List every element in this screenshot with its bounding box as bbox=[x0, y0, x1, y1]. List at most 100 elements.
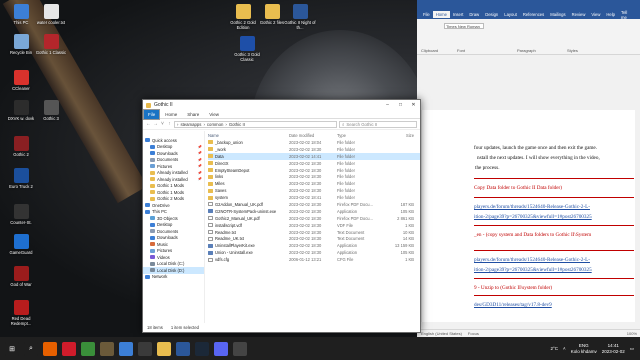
breadcrumb-item[interactable]: common bbox=[207, 122, 223, 127]
word-tab-review[interactable]: Review bbox=[569, 11, 589, 18]
file-row[interactable]: Miles 2023-02-02 18:30 File folder bbox=[208, 180, 420, 187]
tab-view[interactable]: View bbox=[204, 110, 224, 119]
up-icon[interactable]: ↑ bbox=[167, 121, 172, 127]
file-row[interactable]: EmptySteamDepot 2023-02-02 18:30 File fold… bbox=[208, 167, 420, 174]
document-link[interactable]: des/GD3D11/releases/tag/v17.8-dev9 bbox=[474, 302, 552, 308]
desktop-shortcut[interactable]: Gothic 3 bbox=[34, 100, 68, 121]
column-date[interactable]: Date modified bbox=[289, 133, 337, 138]
word-tab-file[interactable]: File bbox=[420, 11, 433, 18]
file-row[interactable]: G2Addon_Manual_UK.pdf 2023-02-02 18:30 Fir… bbox=[208, 201, 420, 208]
file-row[interactable]: system 2023-02-02 18:41 File folder bbox=[208, 194, 420, 201]
word-icon[interactable] bbox=[176, 341, 190, 356]
file-row[interactable]: UninstallPlayerKit.exe 2023-02-02 18:30 Ap… bbox=[208, 242, 420, 249]
firefox-icon[interactable] bbox=[43, 341, 57, 356]
font-name-box[interactable]: Times New Roman bbox=[444, 23, 484, 29]
gameguard-icon bbox=[13, 234, 29, 249]
notification-icon[interactable]: ▭ bbox=[630, 346, 634, 352]
file-row[interactable]: Gothic2_Manual_UK.pdf 2023-02-02 18:30 Fir… bbox=[208, 215, 420, 222]
minimize-button[interactable]: – bbox=[381, 102, 394, 108]
word-window[interactable]: File Home Insert Draw Design Layout References… bbox=[417, 0, 640, 337]
maximize-button[interactable]: □ bbox=[394, 102, 407, 108]
word-title-bar[interactable] bbox=[417, 0, 640, 10]
chrome-icon[interactable] bbox=[81, 341, 95, 356]
desktop-shortcut[interactable]: Gothic 2 bbox=[4, 136, 38, 157]
desktop-shortcut[interactable]: Euro Truck 2 bbox=[4, 168, 38, 189]
document-link[interactable]: players.de/forum/threads/1524640-Release… bbox=[474, 257, 590, 263]
word-tab-layout[interactable]: Layout bbox=[501, 11, 520, 18]
close-button[interactable]: ✕ bbox=[407, 102, 420, 108]
breadcrumb-item[interactable]: Gothic II bbox=[229, 122, 245, 127]
opera-icon[interactable] bbox=[62, 341, 76, 356]
desktop-shortcut[interactable]: Recycle Bin bbox=[4, 34, 38, 55]
file-row[interactable]: links 2023-02-02 18:30 File folder bbox=[208, 173, 420, 180]
desktop-shortcut[interactable]: CCleaner bbox=[4, 70, 38, 91]
column-size[interactable]: Size bbox=[388, 133, 414, 138]
word-tab-view[interactable]: View bbox=[588, 11, 603, 18]
back-icon[interactable]: ← bbox=[146, 121, 151, 127]
file-row[interactable]: vdfs.cfg 2006-01-12 13:21 CFG File 1 KB bbox=[208, 256, 420, 263]
desktop-shortcut[interactable]: Gothic 1 Classic bbox=[34, 34, 68, 55]
file-row[interactable]: installscript.vdf 2023-02-02 18:30 VDF Fil… bbox=[208, 222, 420, 229]
file-row[interactable]: Union - Uninstall.exe 2023-02-02 18:30 App… bbox=[208, 249, 420, 256]
document-link[interactable]: ition-2/page39?p=26700325&viewfull=1#pos… bbox=[474, 267, 592, 273]
red-dead-icon bbox=[13, 300, 29, 315]
desktop-shortcut[interactable]: GameGuard bbox=[4, 234, 38, 255]
file-explorer-window[interactable]: Gothic II – □ ✕ File Home Share View ← → ˅ … bbox=[142, 99, 421, 333]
desktop-shortcut[interactable]: Counter-St. bbox=[4, 204, 38, 225]
zoom-level[interactable]: 100% bbox=[627, 331, 637, 336]
word-tab-insert[interactable]: Insert bbox=[450, 11, 466, 18]
document-link[interactable]: ition-2/page39?p=26700325&viewfull=1#pos… bbox=[474, 214, 592, 220]
column-name[interactable]: Name bbox=[208, 133, 289, 138]
desktop-shortcut[interactable]: God of War bbox=[4, 266, 38, 287]
file-row[interactable]: Readme_UK.txt 2023-02-02 18:30 Text Docume… bbox=[208, 235, 420, 242]
status-language[interactable]: English (United States) bbox=[421, 331, 462, 336]
desktop-shortcut[interactable]: DXVK w. dxvk bbox=[4, 100, 38, 121]
file-row[interactable]: G2NOTR-SystemPack-uninst.exe 2023-02-02 1… bbox=[208, 208, 420, 215]
word-tab-design[interactable]: Design bbox=[482, 11, 501, 18]
steam-icon[interactable] bbox=[195, 341, 209, 356]
tab-file[interactable]: File bbox=[143, 108, 161, 120]
obs-icon[interactable] bbox=[138, 341, 152, 356]
desktop-shortcut[interactable]: water cooler.txt bbox=[34, 4, 68, 25]
chevron-up-icon[interactable]: ˄ bbox=[563, 346, 566, 351]
explorer-title-bar[interactable]: Gothic II – □ ✕ bbox=[143, 100, 420, 110]
forward-icon[interactable]: → bbox=[153, 121, 158, 127]
tab-share[interactable]: Share bbox=[182, 110, 204, 119]
settings-icon[interactable] bbox=[233, 341, 247, 356]
nav-item-label: Documents bbox=[157, 157, 179, 163]
word-tab-home[interactable]: Home bbox=[432, 11, 450, 18]
start-icon[interactable]: ⊞ bbox=[5, 341, 19, 356]
clock[interactable]: 14:41 2023-02-02 bbox=[602, 343, 625, 354]
word-tab-draw[interactable]: Draw bbox=[466, 11, 482, 18]
desktop-shortcut[interactable]: Gothic II Night of th... bbox=[283, 4, 317, 30]
file-row[interactable]: DirectX 2023-02-02 18:30 File folder bbox=[208, 160, 420, 167]
word-tab-mailings[interactable]: Mailings bbox=[547, 11, 568, 18]
desktop-shortcut[interactable]: Red Dead Redempt... bbox=[4, 300, 38, 326]
file-row[interactable]: Readme.txt 2023-02-02 18:30 Text Document 1… bbox=[208, 229, 420, 236]
column-type[interactable]: Type bbox=[337, 133, 388, 138]
language-indicator[interactable]: ENG Kolo khdamv bbox=[571, 343, 597, 354]
search-icon[interactable]: ⌕ bbox=[24, 341, 38, 356]
document-link[interactable]: players.de/forum/threads/1524640-Release… bbox=[474, 204, 590, 210]
desktop-shortcut[interactable]: Gothic 3 Gold Classic bbox=[230, 36, 264, 62]
weather-temp[interactable]: 2°C bbox=[550, 346, 558, 351]
desktop-shortcut[interactable]: This PC bbox=[4, 4, 38, 25]
word-tab-references[interactable]: References bbox=[520, 11, 547, 18]
chevron-down-icon[interactable]: ˅ bbox=[160, 121, 165, 127]
file-explorer-icon[interactable] bbox=[157, 341, 171, 356]
document-page[interactable]: four updates, launch the game once and t… bbox=[422, 110, 635, 322]
status-focus[interactable]: Focus bbox=[468, 331, 479, 336]
search-input[interactable]: ⌕ Search Gothic II bbox=[339, 120, 417, 128]
gimp-icon[interactable] bbox=[100, 341, 114, 356]
breadcrumb-item[interactable]: steamapps bbox=[180, 122, 201, 127]
file-row[interactable]: Data 2023-02-02 14:41 File folder bbox=[208, 152, 420, 160]
tab-home[interactable]: Home bbox=[160, 110, 182, 119]
file-row[interactable]: Saves 2023-02-02 18:30 File folder bbox=[208, 187, 420, 194]
file-row[interactable]: _backup_union 2023-02-02 18:04 File folder bbox=[208, 139, 420, 146]
nav-item[interactable]: Network bbox=[143, 274, 204, 281]
word-tab-help[interactable]: Help bbox=[603, 11, 618, 18]
paint-icon[interactable] bbox=[119, 341, 133, 356]
file-row[interactable]: _work 2023-02-02 18:30 File folder bbox=[208, 146, 420, 153]
discord-icon[interactable] bbox=[214, 341, 228, 356]
address-bar[interactable]: › steamapps › common › Gothic II bbox=[174, 120, 337, 128]
